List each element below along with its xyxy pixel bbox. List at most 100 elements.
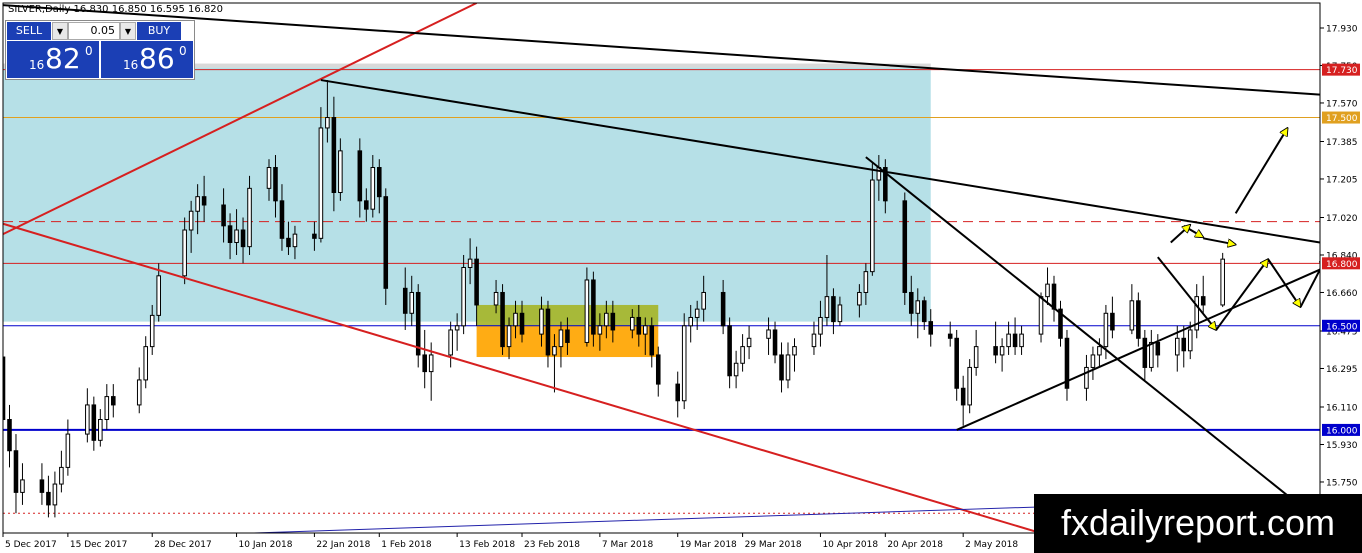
candle-body-27	[266, 167, 272, 189]
candle-body-35	[331, 117, 337, 194]
candle-body-43	[409, 291, 415, 314]
candle-body-25	[240, 229, 246, 248]
candle-body-47	[448, 329, 453, 356]
candle-body-34	[325, 117, 330, 129]
candle-body-62	[584, 279, 590, 343]
candle-body-93	[863, 271, 869, 293]
candle-body-9	[85, 404, 90, 435]
buy-price-fraction: 0	[179, 44, 187, 58]
candle-body-20	[195, 196, 200, 212]
candle-body-42	[402, 287, 408, 314]
chart-window[interactable]: 17.93017.75017.57017.38517.20517.02016.8…	[0, 0, 1362, 553]
buy-price-box[interactable]: 16 86 0	[101, 41, 193, 78]
candle-body-70	[649, 325, 655, 356]
candle-body-3	[20, 479, 25, 493]
x-tick-label-10: 29 Mar 2018	[745, 540, 802, 550]
candle-body-2	[13, 450, 19, 493]
y-tick-label-12: 15.750	[1326, 478, 1358, 488]
candle-body-68	[636, 316, 642, 335]
candle-body-106	[973, 346, 979, 368]
candle-body-16	[149, 314, 155, 348]
x-tick-label-8: 7 Mar 2018	[602, 540, 654, 550]
candle-body-26	[247, 187, 252, 248]
candle-body-22	[221, 204, 226, 227]
candle-body-32	[312, 233, 317, 239]
y-tick-label-5: 17.020	[1326, 214, 1358, 224]
candle-body-107	[993, 346, 998, 356]
sell-button[interactable]: SELL	[7, 22, 51, 40]
candle-body-30	[286, 237, 291, 248]
candle-body-109	[1006, 333, 1011, 348]
candle-body-49	[461, 266, 466, 327]
candle-body-39	[370, 167, 376, 210]
x-tick-label-5: 1 Feb 2018	[381, 540, 432, 550]
x-tick-label-7: 23 Feb 2018	[524, 540, 580, 550]
price-label-4: 16.000	[1326, 426, 1358, 436]
price-label-3: 16.500	[1326, 322, 1358, 332]
candle-body-125	[1149, 341, 1154, 368]
one-click-trading-panel: SELL ▼ 0.05 ▼ BUY 16 82 0 16 86 0	[5, 20, 195, 80]
x-tick-label-13: 2 May 2018	[965, 540, 1018, 550]
candle-body-4	[39, 479, 45, 493]
candle-body-69	[642, 325, 648, 335]
candle-body-40	[377, 167, 382, 198]
candle-body-37	[357, 150, 363, 202]
candle-body-103	[954, 337, 959, 389]
candle-body-24	[234, 229, 239, 243]
candle-body-117	[1084, 366, 1089, 389]
candle-body-88	[818, 316, 823, 335]
candle-body-94	[870, 179, 875, 273]
candle-body-59	[552, 346, 557, 356]
candle-body-14	[136, 379, 142, 406]
candle-body-15	[143, 346, 149, 381]
candle-body-85	[785, 354, 791, 381]
candle-body-80	[740, 346, 745, 364]
candle-body-66	[610, 312, 616, 331]
lot-decrease-dropdown-icon[interactable]: ▼	[52, 22, 68, 40]
fxdailyreport-logo: fxdailyreport.com	[1034, 494, 1362, 553]
candle-body-45	[422, 354, 427, 373]
candle-body-19	[188, 210, 194, 231]
candle-body-76	[701, 291, 706, 310]
candle-body-97	[902, 200, 908, 293]
candle-body-74	[688, 316, 693, 327]
candle-body-63	[591, 279, 596, 335]
candle-body-56	[519, 312, 525, 335]
candle-body-72	[675, 383, 681, 402]
buy-button[interactable]: BUY	[137, 22, 181, 40]
candle-body-81	[746, 337, 752, 348]
buy-price-main: 86	[139, 42, 175, 75]
zone-resistance-zone	[3, 67, 931, 322]
candle-body-12	[104, 396, 110, 421]
price-chart[interactable]: 17.93017.75017.57017.38517.20517.02016.8…	[0, 0, 1362, 553]
lot-increase-dropdown-icon[interactable]: ▼	[120, 22, 136, 40]
candle-body-61	[565, 329, 570, 343]
y-tick-label-3: 17.385	[1326, 138, 1358, 148]
candle-body-18	[182, 229, 187, 277]
x-tick-label-2: 28 Dec 2017	[154, 540, 212, 550]
candle-body-55	[513, 312, 518, 327]
candle-body-51	[474, 258, 479, 306]
price-label-2: 16.800	[1326, 260, 1358, 270]
x-tick-label-0: 5 Dec 2017	[5, 540, 57, 550]
candle-body-67	[630, 316, 635, 331]
x-tick-label-12: 20 Apr 2018	[887, 540, 943, 550]
candle-body-119	[1097, 346, 1102, 356]
candle-body-73	[681, 325, 687, 402]
candle-body-11	[98, 419, 103, 441]
price-axis-background	[1320, 0, 1362, 553]
lot-size-input[interactable]: 0.05	[68, 22, 120, 40]
candle-body-54	[506, 325, 512, 348]
candle-body-41	[383, 196, 389, 289]
sell-price-box[interactable]: 16 82 0	[7, 41, 99, 78]
candle-body-123	[1136, 300, 1141, 339]
candle-body-64	[597, 325, 603, 335]
candle-body-53	[500, 291, 505, 348]
candle-body-60	[558, 329, 564, 348]
x-tick-label-1: 15 Dec 2017	[70, 540, 128, 550]
candle-body-86	[792, 346, 797, 356]
candle-body-89	[824, 296, 830, 318]
candle-body-83	[772, 329, 778, 356]
candle-body-17	[156, 275, 161, 316]
candle-body-112	[1038, 296, 1044, 335]
